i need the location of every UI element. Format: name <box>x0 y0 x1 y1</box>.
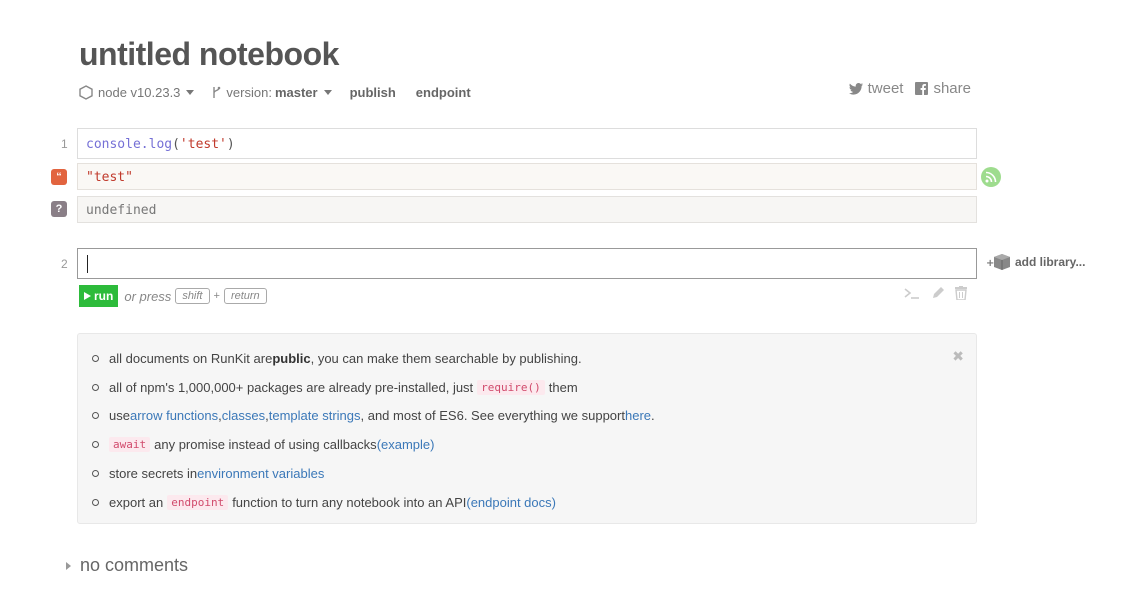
question-icon: ? <box>51 201 67 217</box>
tip-code: endpoint <box>167 494 229 510</box>
notebook-title[interactable]: untitled notebook <box>79 36 339 73</box>
code-cell-2-editor[interactable] <box>77 248 977 279</box>
tip-text: , and most of ES6. See everything we sup… <box>360 408 625 424</box>
tweet-label: tweet <box>867 80 904 97</box>
run-button[interactable]: run <box>79 285 119 307</box>
tip-item: export an endpoint function to turn any … <box>92 488 976 517</box>
classes-link[interactable]: classes <box>222 408 265 423</box>
here-link[interactable]: here <box>625 408 651 423</box>
tip-text: , you can make them searchable by publis… <box>310 350 582 366</box>
node-version-selector[interactable]: node v10.23.3 <box>79 84 195 100</box>
plus-label: + <box>213 290 220 302</box>
share-bar: tweet share <box>837 80 971 97</box>
code-function: console.log <box>86 137 173 152</box>
run-row: run or press shift + return <box>79 285 271 307</box>
return-key-hint: return <box>223 288 267 304</box>
facebook-icon <box>915 82 929 95</box>
branch-icon <box>213 86 221 98</box>
code-cell-1[interactable]: console.log('test') <box>77 128 977 159</box>
or-press-label: or press <box>124 288 172 304</box>
package-icon: + <box>986 254 1010 270</box>
tip-text: them <box>548 379 578 395</box>
text-cursor <box>87 255 88 273</box>
publish-link[interactable]: publish <box>350 85 396 100</box>
rss-icon[interactable] <box>981 167 1001 187</box>
tip-text: all of npm's 1,000,000+ packages are alr… <box>109 379 474 395</box>
play-icon <box>84 292 91 300</box>
code-paren-open: ( <box>172 137 180 152</box>
tip-text: store secrets in <box>109 466 198 482</box>
code-string-arg: 'test' <box>179 137 227 152</box>
cell-line-number: 2 <box>61 257 68 271</box>
svg-text:+: + <box>986 258 994 269</box>
tip-item: all of npm's 1,000,000+ packages are alr… <box>92 373 976 402</box>
tip-item: store secrets in environment variables <box>92 459 976 488</box>
quote-icon: “ <box>51 169 67 185</box>
comments-toggle[interactable]: no comments <box>66 555 188 576</box>
chevron-down-icon <box>186 89 195 95</box>
endpoint-docs-link[interactable]: (endpoint docs) <box>466 495 556 510</box>
cell-line-number: 1 <box>61 137 68 151</box>
tip-text: use <box>109 408 130 424</box>
cell-tools <box>903 286 977 300</box>
close-icon[interactable]: ✖ <box>952 348 964 365</box>
code-paren-close: ) <box>226 137 235 152</box>
node-version-label: node v10.23.3 <box>98 84 181 100</box>
endpoint-link[interactable]: endpoint <box>416 85 471 100</box>
terminal-icon[interactable] <box>903 286 921 300</box>
version-selector[interactable]: version: master <box>212 84 332 100</box>
chevron-right-icon <box>66 561 71 570</box>
notebook-meta-bar: node v10.23.3 version: master publish en… <box>79 83 491 101</box>
tip-item: all documents on RunKit are public, you … <box>92 344 976 373</box>
return-value-output: undefined <box>77 196 977 223</box>
tip-code: require() <box>477 379 545 395</box>
version-label: version: <box>226 84 272 100</box>
trash-icon[interactable] <box>955 286 967 300</box>
tip-text: . <box>651 408 655 424</box>
example-link[interactable]: (example) <box>377 437 435 452</box>
tip-text: export an <box>109 494 164 510</box>
tip-item: use arrow functions, classes, template s… <box>92 402 976 431</box>
share-label: share <box>933 80 971 97</box>
tip-item: await any promise instead of using callb… <box>92 430 976 459</box>
version-value: master <box>274 84 318 100</box>
tweet-button[interactable]: tweet <box>848 80 904 97</box>
environment-variables-link[interactable]: environment variables <box>197 466 324 481</box>
twitter-icon <box>848 82 863 95</box>
run-label: run <box>94 289 114 303</box>
shift-key-hint: shift <box>175 288 210 304</box>
tip-text: all documents on RunKit are <box>109 350 273 366</box>
arrow-functions-link[interactable]: arrow functions <box>130 408 218 423</box>
add-library-button[interactable]: + add library... <box>986 252 1085 272</box>
string-output: "test" <box>77 163 977 190</box>
template-strings-link[interactable]: template strings <box>269 408 361 423</box>
chevron-down-icon <box>323 89 332 95</box>
tips-panel: ✖ all documents on RunKit are public, yo… <box>77 333 977 524</box>
hexagon-icon <box>79 84 93 100</box>
add-library-label: add library... <box>1015 255 1086 269</box>
tip-code: await <box>109 437 151 453</box>
share-button[interactable]: share <box>915 80 971 97</box>
tip-text: any promise instead of using callbacks <box>154 437 377 453</box>
comments-label: no comments <box>80 555 189 575</box>
tip-bold: public <box>272 350 311 366</box>
pencil-icon[interactable] <box>931 286 945 300</box>
tip-text: function to turn any notebook into an AP… <box>232 494 467 510</box>
